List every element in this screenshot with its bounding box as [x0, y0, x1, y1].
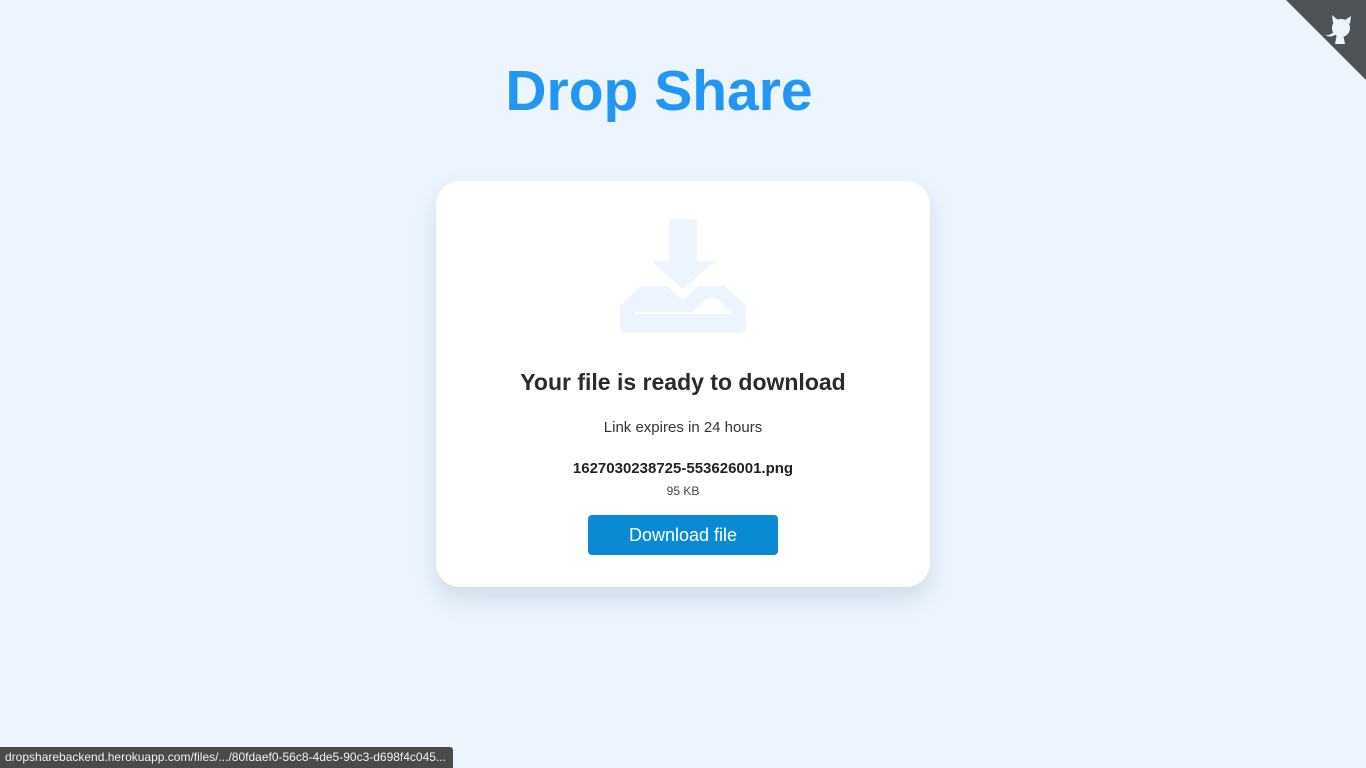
download-file-button[interactable]: Download file — [588, 515, 778, 555]
status-bar-url: dropsharebackend.herokuapp.com/files/...… — [0, 747, 453, 768]
file-size: 95 KB — [666, 484, 700, 498]
github-corner-link[interactable] — [1286, 0, 1366, 80]
app-title: Drop Share — [505, 59, 813, 123]
github-octocat-icon — [1286, 0, 1366, 80]
file-name: 1627030238725-553626001.png — [572, 460, 794, 477]
expiry-text: Link expires in 24 hours — [603, 419, 763, 436]
download-card: Your file is ready to download Link expi… — [436, 181, 930, 587]
download-icon — [620, 219, 746, 333]
ready-heading: Your file is ready to download — [520, 369, 846, 395]
